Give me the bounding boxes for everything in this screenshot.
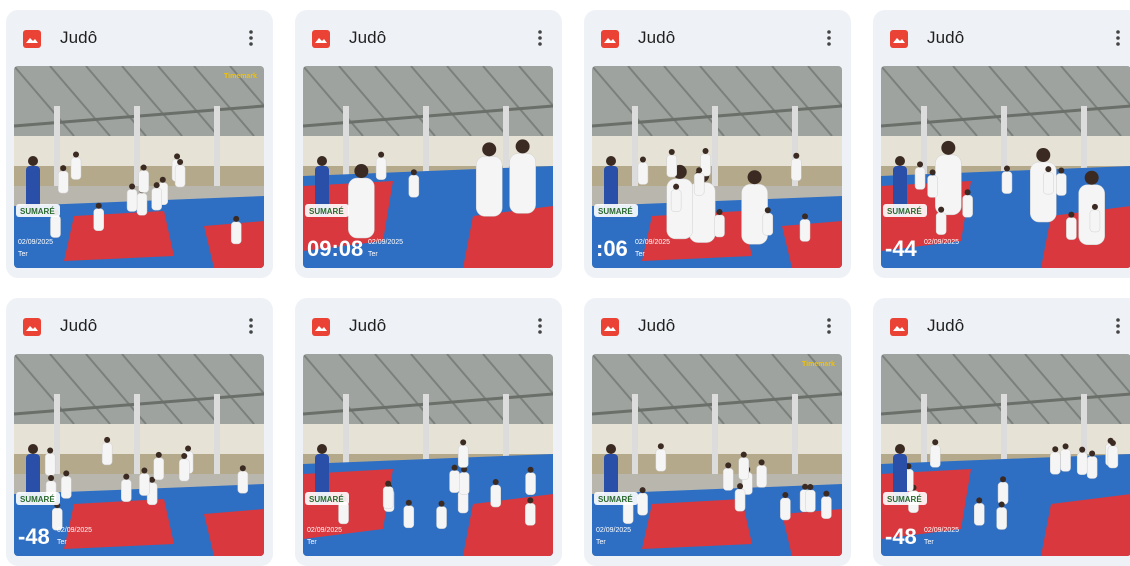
stamp-day: Ter: [368, 251, 378, 258]
svg-text:SUMARÉ: SUMARÉ: [887, 495, 922, 504]
file-grid: Judô SUMARÉ 02/09/2025 Ter Timemark Judô SUMAR…: [6, 10, 1130, 566]
file-title: Judô: [927, 28, 965, 47]
more-vert-icon[interactable]: [1104, 24, 1130, 52]
file-card[interactable]: Judô SUMARÉ 02/09/2025 Ter Timemark: [584, 298, 851, 566]
file-title: Judô: [349, 28, 387, 47]
sumare-logo: SUMARÉ: [883, 492, 927, 505]
file-card[interactable]: Judô SUMARÉ -48 02/09/2025 Ter: [873, 298, 1130, 566]
sumare-logo: SUMARÉ: [305, 204, 349, 217]
file-thumbnail[interactable]: SUMARÉ -48 02/09/2025 Ter: [14, 354, 264, 556]
image-file-icon: [890, 30, 908, 48]
stamp-day: Ter: [635, 251, 645, 258]
file-thumbnail[interactable]: SUMARÉ 02/09/2025 Ter: [303, 354, 553, 556]
stamp-day: Ter: [57, 539, 67, 546]
timemark-watermark: Timemark: [224, 73, 257, 80]
stamp-time: -48: [885, 524, 917, 549]
stamp-time: -48: [18, 524, 50, 549]
stamp-time: 09:08: [307, 236, 363, 261]
svg-text:SUMARÉ: SUMARÉ: [20, 495, 55, 504]
svg-text:SUMARÉ: SUMARÉ: [309, 207, 344, 216]
image-file-icon: [23, 30, 41, 48]
file-title: Judô: [927, 316, 965, 335]
file-card-header: Judô: [6, 10, 273, 66]
sumare-logo: SUMARÉ: [594, 204, 638, 217]
image-file-icon: [312, 318, 330, 336]
file-card[interactable]: Judô SUMARÉ 02/09/2025 Ter Timemark: [6, 10, 273, 278]
file-card-header: Judô: [295, 10, 562, 66]
file-thumbnail[interactable]: SUMARÉ :06 02/09/2025 Ter: [592, 66, 842, 268]
file-card-header: Judô: [584, 10, 851, 66]
more-vert-icon[interactable]: [1104, 312, 1130, 340]
file-title: Judô: [638, 316, 676, 335]
file-card[interactable]: Judô SUMARÉ -48 02/09/2025 Ter: [6, 298, 273, 566]
file-thumbnail[interactable]: SUMARÉ 02/09/2025 Ter Timemark: [592, 354, 842, 556]
file-title: Judô: [60, 28, 98, 47]
sumare-logo: SUMARÉ: [883, 204, 927, 217]
more-vert-icon[interactable]: [815, 312, 843, 340]
file-title: Judô: [349, 316, 387, 335]
svg-text:SUMARÉ: SUMARÉ: [20, 207, 55, 216]
file-thumbnail[interactable]: SUMARÉ 02/09/2025 Ter Timemark: [14, 66, 264, 268]
file-card[interactable]: Judô SUMARÉ -44 02/09/2025: [873, 10, 1130, 278]
stamp-date: 02/09/2025: [596, 527, 631, 534]
file-thumbnail[interactable]: SUMARÉ -44 02/09/2025: [881, 66, 1130, 268]
sumare-logo: SUMARÉ: [594, 492, 638, 505]
stamp-date: 02/09/2025: [368, 239, 403, 246]
stamp-date: 02/09/2025: [635, 239, 670, 246]
file-title: Judô: [638, 28, 676, 47]
file-card-header: Judô: [873, 10, 1130, 66]
stamp-date: 02/09/2025: [924, 239, 959, 246]
image-file-icon: [601, 30, 619, 48]
stamp-day: Ter: [596, 539, 606, 546]
file-card-header: Judô: [873, 298, 1130, 354]
more-vert-icon[interactable]: [526, 24, 554, 52]
stamp-time: :06: [596, 236, 628, 261]
image-file-icon: [601, 318, 619, 336]
file-card[interactable]: Judô SUMARÉ 02/09/2025 Ter: [295, 298, 562, 566]
file-thumbnail[interactable]: SUMARÉ -48 02/09/2025 Ter: [881, 354, 1130, 556]
stamp-time: -44: [885, 236, 918, 261]
file-thumbnail[interactable]: SUMARÉ 09:08 02/09/2025 Ter: [303, 66, 553, 268]
sumare-logo: SUMARÉ: [305, 492, 349, 505]
stamp-day: Ter: [924, 539, 934, 546]
stamp-day: Ter: [18, 251, 28, 258]
svg-text:SUMARÉ: SUMARÉ: [887, 207, 922, 216]
file-card[interactable]: Judô SUMARÉ :06 02/09/2025 Ter: [584, 10, 851, 278]
file-card[interactable]: Judô SUMARÉ 09:08 02/09/2025 Ter: [295, 10, 562, 278]
file-title: Judô: [60, 316, 98, 335]
file-card-header: Judô: [295, 298, 562, 354]
stamp-date: 02/09/2025: [307, 527, 342, 534]
svg-text:SUMARÉ: SUMARÉ: [598, 207, 633, 216]
svg-text:SUMARÉ: SUMARÉ: [598, 495, 633, 504]
image-file-icon: [23, 318, 41, 336]
more-vert-icon[interactable]: [237, 24, 265, 52]
stamp-day: Ter: [307, 539, 317, 546]
file-card-header: Judô: [584, 298, 851, 354]
stamp-date: 02/09/2025: [57, 527, 92, 534]
more-vert-icon[interactable]: [237, 312, 265, 340]
svg-text:SUMARÉ: SUMARÉ: [309, 495, 344, 504]
more-vert-icon[interactable]: [815, 24, 843, 52]
sumare-logo: SUMARÉ: [16, 492, 60, 505]
sumare-logo: SUMARÉ: [16, 204, 60, 217]
stamp-date: 02/09/2025: [924, 527, 959, 534]
timemark-watermark: Timemark: [802, 361, 835, 368]
image-file-icon: [890, 318, 908, 336]
image-file-icon: [312, 30, 330, 48]
stamp-date: 02/09/2025: [18, 239, 53, 246]
more-vert-icon[interactable]: [526, 312, 554, 340]
file-card-header: Judô: [6, 298, 273, 354]
